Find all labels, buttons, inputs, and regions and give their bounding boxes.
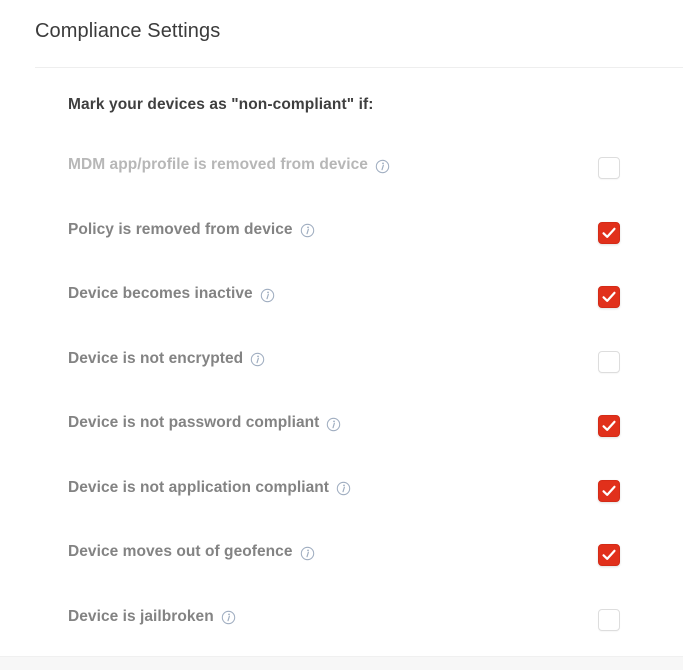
rule-label: Device is not encrypted (68, 350, 265, 368)
rule-row: Device moves out of geofence (0, 533, 683, 598)
section-subtitle: Mark your devices as "non-compliant" if: (68, 96, 374, 113)
rule-label: Device becomes inactive (68, 285, 275, 303)
rule-label-text: Device is not password compliant (68, 414, 320, 431)
info-circle-icon[interactable] (300, 223, 315, 238)
panel-header: Compliance Settings (0, 0, 683, 68)
compliance-settings-panel: Compliance Settings Mark your devices as… (0, 0, 683, 670)
rule-row: Device becomes inactive (0, 275, 683, 340)
rule-label: Device is not password compliant (68, 414, 341, 432)
rule-label-text: Device is jailbroken (68, 607, 214, 625)
rule-row: Device is jailbroken (0, 598, 683, 663)
info-circle-icon[interactable] (221, 610, 236, 625)
info-circle-icon[interactable] (326, 417, 341, 432)
footer-strip (0, 656, 683, 670)
rule-row: Device is not application compliant (0, 469, 683, 534)
info-circle-icon[interactable] (300, 546, 315, 561)
rule-checkbox[interactable] (598, 608, 620, 631)
rule-checkbox[interactable] (598, 350, 620, 373)
info-circle-icon[interactable] (336, 481, 351, 496)
rule-label-text: Device moves out of geofence (68, 543, 293, 560)
info-circle-icon[interactable] (250, 352, 265, 367)
rule-checkbox[interactable] (598, 221, 620, 244)
rule-label: MDM app/profile is removed from device (68, 156, 390, 174)
rule-row: Device is not password compliant (0, 404, 683, 469)
rule-checkbox[interactable] (598, 479, 620, 502)
rule-row: Policy is removed from device (0, 211, 683, 276)
info-circle-icon[interactable] (260, 288, 275, 303)
rule-row: Device is not encrypted (0, 340, 683, 405)
rule-label-text: Device becomes inactive (68, 285, 253, 302)
panel-body: Mark your devices as "non-compliant" if:… (0, 68, 683, 670)
rule-checkbox[interactable] (598, 544, 620, 566)
rule-checkbox[interactable] (598, 415, 620, 437)
rule-label: Device is jailbroken (68, 608, 236, 626)
rule-label: Device is not application compliant (68, 479, 351, 497)
rule-label-text: MDM app/profile is removed from device (68, 156, 368, 173)
rule-label-text: Device is not application compliant (68, 478, 329, 496)
rule-label: Device moves out of geofence (68, 543, 315, 561)
rule-label-text: Device is not encrypted (68, 349, 244, 367)
page-title: Compliance Settings (35, 20, 221, 42)
rule-checkbox[interactable] (598, 157, 620, 179)
rule-checkbox[interactable] (598, 286, 620, 308)
rule-label: Policy is removed from device (68, 221, 315, 239)
info-circle-icon[interactable] (375, 159, 390, 174)
compliance-rules-list: MDM app/profile is removed from device Po… (0, 146, 683, 662)
rule-label-text: Policy is removed from device (68, 220, 293, 238)
rule-row: MDM app/profile is removed from device (0, 146, 683, 211)
